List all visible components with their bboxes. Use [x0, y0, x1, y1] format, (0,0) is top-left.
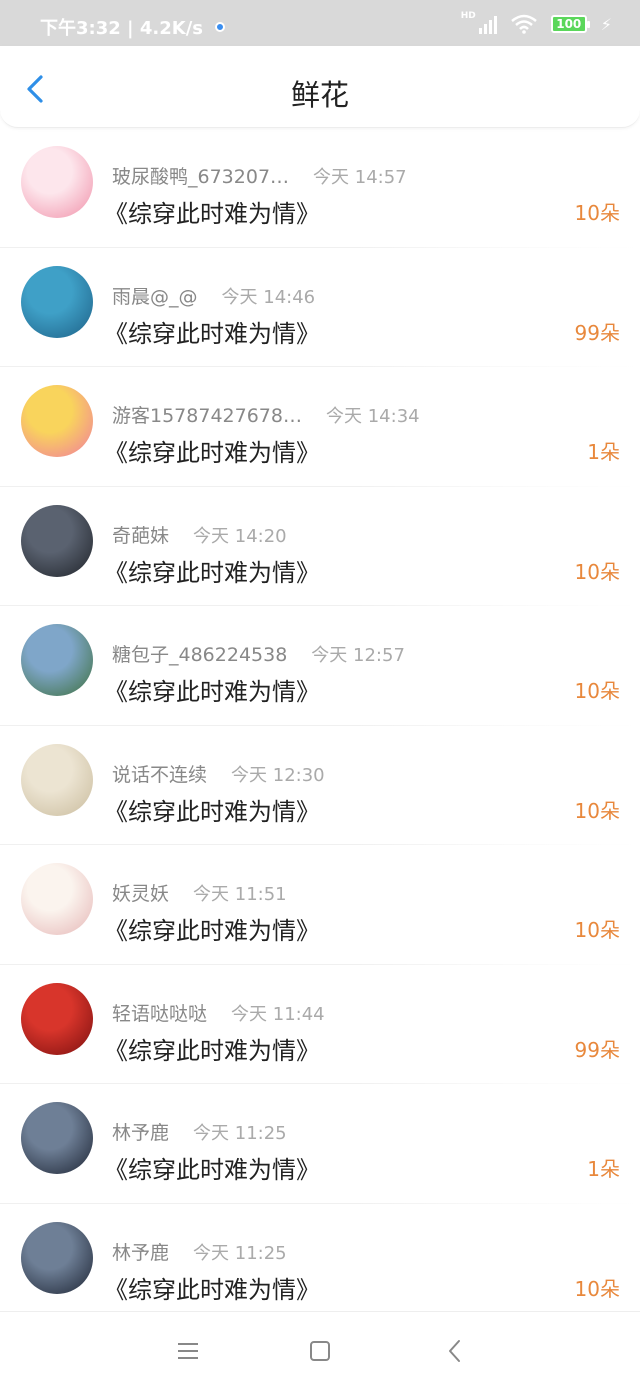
- username: 游客1578742767810: [112, 405, 302, 427]
- username: 玻尿酸鸭_673207…: [112, 166, 290, 188]
- avatar[interactable]: [21, 1102, 93, 1174]
- flower-row[interactable]: 雨晨@_@ 今天 14:46 《综穿此时难为情》 99朵: [0, 248, 640, 367]
- timestamp: 今天 12:57: [311, 645, 405, 666]
- timestamp: 今天 12:30: [231, 764, 325, 786]
- system-nav-bar: [0, 1311, 640, 1387]
- system-back-button[interactable]: [440, 1336, 470, 1366]
- flower-count: 99朵: [574, 320, 620, 345]
- status-right: HD 100 ⚡: [461, 11, 612, 34]
- book-title: 《综穿此时难为情》: [104, 1275, 320, 1304]
- username: 说话不连续: [112, 763, 208, 786]
- flower-count: 99朵: [574, 1037, 620, 1062]
- book-title: 《综穿此时难为情》: [104, 558, 320, 587]
- row-meta: 游客1578742767810 今天 14:34: [112, 401, 420, 428]
- timestamp: 今天 11:44: [231, 1003, 325, 1025]
- flower-row[interactable]: 游客1578742767810 今天 14:34 《综穿此时难为情》 1朵: [0, 367, 640, 487]
- page-title: 鲜花: [290, 78, 349, 112]
- row-meta: 林予鹿 今天 11:25: [112, 1118, 287, 1145]
- notification-dot-icon: [215, 22, 226, 32]
- charging-icon: ⚡: [600, 14, 612, 34]
- status-time-speed: 下午3:32 | 4.2K/s: [40, 18, 204, 39]
- username: 雨晨@_@: [112, 285, 198, 308]
- row-meta: 糖包子_486224538 今天 12:57: [112, 640, 405, 667]
- row-meta: 玻尿酸鸭_673207… 今天 14:57: [112, 162, 407, 189]
- flower-row[interactable]: 玻尿酸鸭_673207… 今天 14:57 《综穿此时难为情》 10朵: [0, 128, 640, 248]
- flower-count: 1朵: [587, 440, 620, 464]
- row-meta: 雨晨@_@ 今天 14:46: [112, 282, 315, 309]
- timestamp: 今天 11:51: [193, 884, 287, 905]
- book-title: 《综穿此时难为情》: [104, 1036, 320, 1065]
- flower-count: 1朵: [587, 1157, 620, 1181]
- timestamp: 今天 11:25: [193, 1242, 287, 1264]
- flower-row[interactable]: 说话不连续 今天 12:30 《综穿此时难为情》 10朵: [0, 726, 640, 845]
- home-button[interactable]: [305, 1336, 335, 1366]
- username: 妖灵妖: [112, 883, 170, 905]
- avatar[interactable]: [21, 265, 93, 338]
- network-label: HD: [460, 11, 476, 21]
- avatar[interactable]: [21, 863, 93, 935]
- flower-count: 10朵: [574, 201, 620, 225]
- timestamp: 今天 11:25: [193, 1123, 287, 1144]
- row-meta: 奇葩妹 今天 14:20: [112, 521, 287, 548]
- avatar[interactable]: [21, 146, 93, 218]
- username: 林予鹿: [112, 1122, 170, 1144]
- flower-count: 10朵: [574, 679, 620, 703]
- avatar[interactable]: [21, 385, 93, 457]
- menu-icon: [178, 1343, 198, 1359]
- book-title: 《综穿此时难为情》: [104, 917, 320, 945]
- timestamp: 今天 14:46: [221, 286, 316, 308]
- book-title: 《综穿此时难为情》: [104, 439, 320, 467]
- flower-count: 10朵: [574, 798, 620, 823]
- book-title: 《综穿此时难为情》: [104, 200, 320, 228]
- timestamp: 今天 14:57: [313, 167, 407, 188]
- row-meta: 说话不连续 今天 12:30: [112, 760, 325, 787]
- avatar[interactable]: [21, 743, 93, 816]
- flower-count: 10朵: [574, 559, 620, 584]
- avatar[interactable]: [21, 1221, 93, 1294]
- flower-row[interactable]: 林予鹿 今天 11:25 《综穿此时难为情》 1朵: [0, 1084, 640, 1204]
- username: 糖包子_486224538: [112, 644, 288, 666]
- flower-row[interactable]: 林予鹿 今天 11:25 《综穿此时难为情》 10朵: [0, 1204, 640, 1323]
- timestamp: 今天 14:34: [326, 406, 420, 427]
- back-triangle-icon: [449, 1340, 460, 1362]
- book-title: 《综穿此时难为情》: [104, 678, 320, 706]
- menu-button[interactable]: [173, 1336, 203, 1366]
- username: 奇葩妹: [112, 524, 170, 547]
- flower-count: 10朵: [574, 918, 620, 942]
- flower-count: 10朵: [574, 1276, 620, 1301]
- battery-icon: 100: [550, 15, 590, 33]
- row-meta: 妖灵妖 今天 11:51: [112, 879, 287, 906]
- avatar[interactable]: [21, 504, 93, 577]
- username: 轻语哒哒哒: [112, 1002, 208, 1025]
- flower-row[interactable]: 糖包子_486224538 今天 12:57 《综穿此时难为情》 10朵: [0, 606, 640, 726]
- status-left: 下午3:32 | 4.2K/s: [40, 14, 226, 40]
- row-meta: 林予鹿 今天 11:25: [112, 1238, 287, 1265]
- status-bar: 下午3:32 | 4.2K/s HD 100 ⚡: [0, 0, 640, 46]
- signal-icon: HD: [461, 11, 497, 34]
- header: 鲜花: [0, 46, 640, 128]
- wifi-icon: [510, 14, 537, 34]
- book-title: 《综穿此时难为情》: [104, 1156, 320, 1184]
- book-title: 《综穿此时难为情》: [104, 797, 320, 826]
- avatar[interactable]: [21, 982, 93, 1055]
- flower-row[interactable]: 轻语哒哒哒 今天 11:44 《综穿此时难为情》 99朵: [0, 965, 640, 1084]
- row-meta: 轻语哒哒哒 今天 11:44: [112, 999, 325, 1026]
- timestamp: 今天 14:20: [193, 525, 287, 547]
- flower-row[interactable]: 妖灵妖 今天 11:51 《综穿此时难为情》 10朵: [0, 845, 640, 965]
- home-square-icon: [310, 1341, 330, 1361]
- book-title: 《综穿此时难为情》: [104, 319, 320, 348]
- flower-row[interactable]: 奇葩妹 今天 14:20 《综穿此时难为情》 10朵: [0, 487, 640, 606]
- avatar[interactable]: [21, 624, 93, 696]
- username: 林予鹿: [112, 1241, 170, 1264]
